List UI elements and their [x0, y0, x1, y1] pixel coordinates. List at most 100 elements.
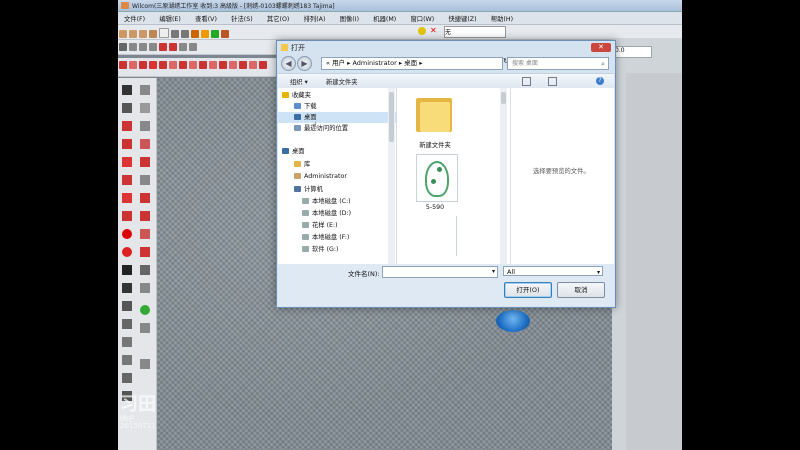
tool-icon[interactable]: [239, 61, 247, 69]
tree-item-drive-d[interactable]: 本地磁盘 (D:): [278, 208, 396, 219]
menu-file[interactable]: 文件(F): [118, 12, 151, 23]
tool-icon[interactable]: [149, 30, 157, 38]
tool-icon[interactable]: [149, 61, 157, 69]
menu-other[interactable]: 其它(O): [261, 12, 295, 23]
tool-icon[interactable]: [169, 61, 177, 69]
fill-icon[interactable]: [122, 175, 132, 185]
tree-item-administrator[interactable]: Administrator: [278, 171, 396, 182]
tool-icon[interactable]: [191, 30, 199, 38]
back-icon[interactable]: ◀: [281, 56, 296, 71]
tool-icon[interactable]: [140, 139, 150, 149]
dialog-close-button[interactable]: ✕: [591, 43, 611, 52]
close-icon[interactable]: ✕: [430, 26, 437, 35]
reshape-icon[interactable]: [140, 85, 150, 95]
menu-edit[interactable]: 编辑(E): [153, 12, 187, 23]
text-icon[interactable]: [122, 265, 132, 275]
view-options-icon[interactable]: [522, 77, 531, 86]
tool-icon[interactable]: [159, 28, 169, 38]
tool-icon[interactable]: [139, 30, 147, 38]
open-button[interactable]: 打开(O): [504, 282, 552, 298]
file-item-label[interactable]: 5-590: [400, 204, 470, 211]
pen-icon[interactable]: [122, 103, 132, 113]
menu-stitch[interactable]: 针法(S): [225, 12, 259, 23]
tool-icon[interactable]: [179, 43, 187, 51]
tree-item-desktop-fav[interactable]: 桌面: [278, 112, 396, 123]
tree-item-desktop[interactable]: 桌面: [278, 146, 396, 157]
spin-value[interactable]: 0.0: [612, 46, 652, 58]
tool-icon[interactable]: [259, 61, 267, 69]
tool-icon[interactable]: [140, 193, 150, 203]
tree-item-drive-f[interactable]: 本地磁盘 (F:): [278, 232, 396, 243]
tool-icon[interactable]: [139, 43, 147, 51]
tool-icon[interactable]: [129, 30, 137, 38]
search-input[interactable]: 搜索 桌面 ⌕: [507, 57, 609, 70]
tree-item-drive-g[interactable]: 软件 (G:): [278, 244, 396, 255]
tool-icon[interactable]: [211, 30, 219, 38]
file-item-label[interactable]: 新建文件夹: [400, 140, 470, 149]
tool-icon[interactable]: [249, 61, 257, 69]
menu-image[interactable]: 图像(I): [334, 12, 365, 23]
tool-icon[interactable]: [139, 61, 147, 69]
menu-view[interactable]: 查看(V): [189, 12, 223, 23]
pointer-icon[interactable]: [122, 85, 132, 95]
tool-icon[interactable]: [159, 43, 167, 51]
search-icon[interactable]: ⌕: [601, 59, 605, 70]
menu-machine[interactable]: 机器(M): [367, 12, 402, 23]
menu-arrange[interactable]: 排列(A): [298, 12, 332, 23]
tool-icon[interactable]: [140, 305, 150, 315]
combo-none[interactable]: 无: [444, 26, 506, 38]
new-folder-button[interactable]: 新建文件夹: [326, 77, 357, 86]
tool-icon[interactable]: [179, 61, 187, 69]
organize-menu[interactable]: 组织 ▾: [290, 77, 308, 86]
tool-icon[interactable]: [122, 337, 132, 347]
tool-icon[interactable]: [122, 319, 132, 329]
menu-window[interactable]: 窗口(W): [404, 12, 440, 23]
tool-icon[interactable]: [119, 30, 127, 38]
tree-scrollbar[interactable]: [388, 88, 395, 264]
run-icon[interactable]: [122, 139, 132, 149]
tool-icon[interactable]: [140, 265, 150, 275]
files-scrollbar[interactable]: [500, 88, 507, 264]
tool-icon[interactable]: [140, 247, 150, 257]
tree-item-downloads[interactable]: 下载: [278, 101, 396, 112]
tool-icon[interactable]: [219, 61, 227, 69]
tool-icon[interactable]: [140, 121, 150, 131]
menu-shortcuts[interactable]: 快捷键(Z): [442, 12, 482, 23]
tool-icon[interactable]: [171, 30, 179, 38]
tool-icon[interactable]: [119, 61, 127, 69]
monogram-icon[interactable]: [122, 283, 132, 293]
forward-icon[interactable]: ▶: [297, 56, 312, 71]
chevron-down-icon[interactable]: ▾: [492, 268, 495, 275]
tree-item-library[interactable]: 库: [278, 159, 396, 170]
satin-icon[interactable]: [122, 157, 132, 167]
tree-scroll-thumb[interactable]: [389, 92, 394, 142]
tool-icon[interactable]: [122, 355, 132, 365]
embroidery-file-icon[interactable]: [416, 154, 458, 202]
tool-icon[interactable]: [159, 61, 167, 69]
record-icon[interactable]: [122, 229, 132, 239]
tool-icon[interactable]: [189, 43, 197, 51]
files-scroll-thumb[interactable]: [501, 92, 506, 104]
tree-item-drive-c[interactable]: 本地磁盘 (C:): [278, 196, 396, 207]
tool-icon[interactable]: [140, 283, 150, 293]
tool-icon[interactable]: [122, 373, 132, 383]
tool-icon[interactable]: [181, 30, 189, 38]
tool-icon[interactable]: [129, 61, 137, 69]
help-icon[interactable]: ?: [596, 77, 604, 85]
tool-icon[interactable]: [140, 359, 150, 369]
file-item-partial[interactable]: [416, 216, 457, 256]
tree-item-computer[interactable]: 计算机: [278, 184, 396, 195]
tool-icon[interactable]: [140, 229, 150, 239]
tool-icon[interactable]: [189, 61, 197, 69]
tool-icon[interactable]: [122, 193, 132, 203]
tool-icon[interactable]: [229, 61, 237, 69]
tree-item-recent[interactable]: 最近访问的位置: [278, 123, 396, 134]
tool-icon[interactable]: [140, 323, 150, 333]
tool-icon[interactable]: [221, 30, 229, 38]
address-bar[interactable]: « 用户 ▸ Administrator ▸ 桌面 ▸: [321, 57, 503, 70]
cancel-button[interactable]: 取消: [557, 282, 605, 298]
chevron-down-icon[interactable]: ▾: [597, 268, 600, 278]
tool-icon[interactable]: [140, 175, 150, 185]
tool-icon[interactable]: [129, 43, 137, 51]
tool-icon[interactable]: [122, 247, 132, 257]
